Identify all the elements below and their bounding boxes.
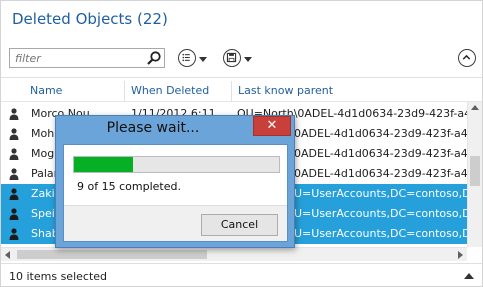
hscrollbar-thumb[interactable] <box>17 250 207 259</box>
expand-up-icon[interactable] <box>464 273 474 279</box>
cell-last-parent: U=UserAccounts,DC=contoso,DC=... <box>294 227 467 240</box>
dialog-footer: Cancel <box>64 205 287 241</box>
save-icon <box>226 52 237 63</box>
user-icon <box>9 128 19 140</box>
save-options-dropdown-icon[interactable] <box>244 57 252 62</box>
cell-last-parent: 0ADEL-4d1d0634-23d9-423f-a4a4... <box>294 127 467 140</box>
dialog-title: Please wait... <box>106 120 200 136</box>
progress-text: 9 of 15 completed. <box>77 180 181 193</box>
cell-last-parent: 0ADEL-4d1d0634-23d9-423f-a4a4... <box>294 147 467 160</box>
column-header-when-deleted[interactable]: When Deleted <box>124 81 231 101</box>
user-icon <box>9 228 19 240</box>
cell-last-parent: U=UserAccounts,DC=contoso,DC=... <box>294 207 467 220</box>
column-header-last-parent[interactable]: Last know parent <box>231 81 482 101</box>
vertical-scrollbar[interactable] <box>467 102 482 247</box>
filter-box[interactable] <box>9 48 165 68</box>
scroll-up-icon[interactable] <box>471 105 479 110</box>
status-text: 10 items selected <box>9 270 108 283</box>
column-header-name[interactable]: Name <box>24 81 124 101</box>
cancel-button[interactable]: Cancel <box>201 214 278 236</box>
please-wait-dialog: Please wait... ✕ 9 of 15 completed. Canc… <box>55 115 295 248</box>
close-button[interactable]: ✕ <box>253 116 291 136</box>
user-icon <box>9 208 19 220</box>
collapse-button[interactable] <box>458 49 476 67</box>
user-icon <box>9 108 19 120</box>
user-icon <box>9 148 19 160</box>
horizontal-scrollbar[interactable] <box>1 247 467 261</box>
progress-bar <box>73 156 280 173</box>
filter-input[interactable] <box>10 49 144 67</box>
dialog-body: 9 of 15 completed. Cancel <box>63 144 288 242</box>
close-icon: ✕ <box>266 118 278 133</box>
page-title: Deleted Objects (22) <box>12 10 168 28</box>
view-options-dropdown-icon[interactable] <box>199 57 207 62</box>
cell-last-parent: 0ADEL-4d1d0634-23d9-423f-a4a4... <box>294 167 467 180</box>
user-icon <box>9 168 19 180</box>
column-header-row: Name When Deleted Last know parent <box>1 81 482 101</box>
scrollbar-thumb[interactable] <box>470 156 480 186</box>
cell-last-parent: U=UserAccounts,DC=contoso,DC=... <box>294 187 467 200</box>
toolbar-divider <box>1 77 482 78</box>
status-bar: 10 items selected <box>1 263 482 286</box>
progress-fill <box>74 157 133 172</box>
list-options-icon <box>182 53 190 62</box>
save-options-button[interactable] <box>223 49 241 67</box>
scroll-right-icon[interactable] <box>458 251 463 259</box>
chevron-up-icon <box>462 54 471 60</box>
deleted-objects-panel: Deleted Objects (22) Name When Deleted <box>0 0 483 287</box>
scroll-left-icon[interactable] <box>5 251 10 259</box>
user-icon <box>9 188 19 200</box>
search-icon[interactable] <box>146 50 162 66</box>
view-options-button[interactable] <box>178 49 196 67</box>
